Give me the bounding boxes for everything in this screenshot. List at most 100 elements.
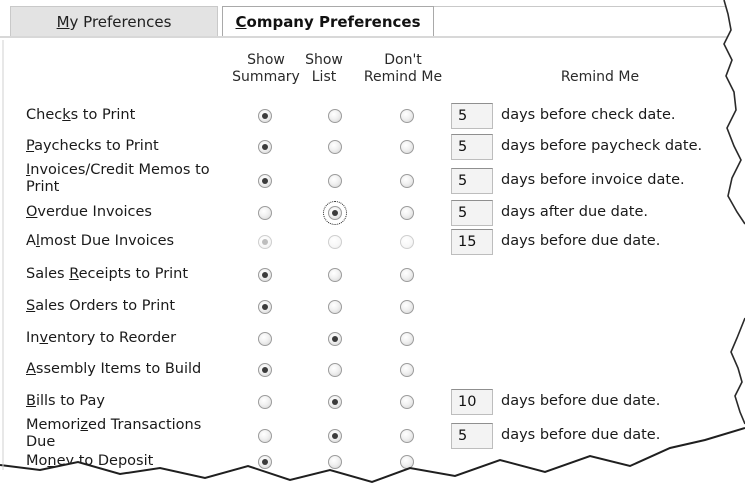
radio-show-list[interactable] [328, 174, 342, 188]
header-show-summary: Show Summary [230, 52, 302, 86]
remind-days-input[interactable]: 5 [451, 423, 493, 449]
row-label-pre: Chec [26, 107, 63, 123]
radio-dont-remind-me[interactable] [400, 109, 414, 123]
tab-label-accel: C [235, 13, 247, 31]
row-label-post: ey to Deposit [56, 453, 154, 469]
radio-show-list[interactable] [328, 109, 342, 123]
row-label-accel: k [62, 107, 71, 123]
tab-label-post: ompany Preferences [246, 13, 421, 31]
tab-my-preferences[interactable]: My Preferences [10, 6, 218, 37]
radio-dont-remind-me[interactable] [400, 174, 414, 188]
reminder-row-label: Sales Receipts to Print [26, 266, 241, 283]
row-label-accel: v [39, 330, 49, 346]
radio-show-summary[interactable] [258, 174, 272, 188]
radio-dont-remind-me[interactable] [400, 363, 414, 377]
row-label-pre: Sales [26, 266, 70, 282]
radio-show-summary[interactable] [258, 109, 272, 123]
remind-days-description: days before paycheck date. [501, 138, 703, 154]
row-label-post: most Due Invoices [39, 233, 175, 249]
radio-show-list[interactable] [328, 363, 342, 377]
row-label-post: eceipts to Print [78, 266, 189, 282]
radio-dont-remind-me[interactable] [400, 332, 414, 346]
radio-show-summary[interactable] [258, 395, 272, 409]
radio-show-list[interactable] [328, 455, 342, 469]
radio-show-list[interactable] [328, 300, 342, 314]
remind-days-input[interactable]: 5 [451, 134, 493, 160]
row-label-accel: B [26, 393, 36, 409]
row-label-accel: A [26, 361, 36, 377]
header-show-summary-line2: Summary [232, 69, 300, 85]
radio-show-list[interactable] [328, 268, 342, 282]
radio-show-summary[interactable] [258, 363, 272, 377]
remind-days-input[interactable]: 10 [451, 389, 493, 415]
reminder-row-label: Bills to Pay [26, 393, 241, 410]
tab-company-preferences[interactable]: Company Preferences [222, 6, 434, 37]
radio-dont-remind-me[interactable] [400, 395, 414, 409]
radio-dont-remind-me[interactable] [400, 140, 414, 154]
radio-show-summary[interactable] [258, 268, 272, 282]
tab-strip-divider [0, 36, 745, 38]
remind-days-input[interactable]: 15 [451, 229, 493, 255]
remind-days-description: days before due date. [501, 427, 661, 443]
header-dont-remind-line2: Remind Me [363, 69, 443, 85]
torn-edge-right [724, 0, 745, 424]
header-dont-remind-me: Don't Remind Me [352, 52, 454, 86]
row-label-pre: Memori [26, 417, 81, 433]
tab-label-accel: M [56, 13, 70, 31]
radio-show-summary[interactable] [258, 455, 272, 469]
row-label-line2: Due [26, 434, 56, 450]
row-label-line2: Print [26, 179, 60, 195]
radio-dont-remind-me[interactable] [400, 206, 414, 220]
radio-show-summary[interactable] [258, 429, 272, 443]
row-label-post: verdue Invoices [37, 204, 152, 220]
radio-show-list[interactable] [328, 140, 342, 154]
radio-show-list[interactable] [323, 201, 347, 225]
row-label-accel: z [80, 417, 89, 433]
remind-days-input[interactable]: 5 [451, 168, 493, 194]
radio-show-summary[interactable] [258, 300, 272, 314]
header-show-list-line1: Show [305, 52, 343, 68]
row-label-post: entory to Reorder [48, 330, 177, 346]
header-show-list: Show List [300, 52, 348, 86]
header-remind-me-label: Remind Me [560, 69, 640, 85]
row-label-accel: R [69, 266, 79, 282]
radio-dont-remind-me[interactable] [400, 455, 414, 469]
row-label-accel: n [47, 453, 57, 469]
radio-dont-remind-me[interactable] [400, 429, 414, 443]
radio-dont-remind-me[interactable] [400, 268, 414, 282]
remind-days-input[interactable]: 5 [451, 103, 493, 129]
reminder-row-label: Assembly Items to Build [26, 361, 241, 378]
radio-dont-remind-me [400, 235, 414, 249]
row-label-post: s to Print [70, 107, 136, 123]
radio-show-list[interactable] [328, 332, 342, 346]
radio-show-summary[interactable] [258, 206, 272, 220]
row-label-post: ills to Pay [35, 393, 105, 409]
radio-show-list [328, 235, 342, 249]
remind-days-description: days before invoice date. [501, 172, 685, 188]
row-label-accel: P [26, 138, 35, 154]
remind-days-input[interactable]: 5 [451, 200, 493, 226]
reminder-row-label: Memorized Transactions Due [26, 417, 241, 451]
reminder-row-label: Sales Orders to Print [26, 298, 241, 315]
remind-days-description: days after due date. [501, 204, 648, 220]
remind-days-description: days before check date. [501, 107, 676, 123]
radio-show-summary[interactable] [258, 332, 272, 346]
radio-show-list[interactable] [328, 395, 342, 409]
company-preferences-panel: My Preferences Company Preferences Show … [0, 0, 745, 486]
radio-dont-remind-me[interactable] [400, 300, 414, 314]
reminder-row-label: Invoices/Credit Memos to Print [26, 162, 241, 196]
reminder-row-label: Checks to Print [26, 107, 241, 124]
row-label-accel: S [26, 298, 36, 314]
reminder-row-label: Paychecks to Print [26, 138, 241, 155]
radio-show-summary [258, 235, 272, 249]
row-label-accel: O [26, 204, 38, 220]
reminder-row-label: Almost Due Invoices [26, 233, 241, 250]
row-label-pre: In [26, 330, 40, 346]
row-label-post: ed Transactions [88, 417, 202, 433]
remind-days-description: days before due date. [501, 393, 661, 409]
remind-days-description: days before due date. [501, 233, 661, 249]
radio-show-list[interactable] [328, 429, 342, 443]
tab-strip-empty [434, 6, 734, 37]
radio-show-summary[interactable] [258, 140, 272, 154]
row-label-pre: Mo [26, 453, 48, 469]
